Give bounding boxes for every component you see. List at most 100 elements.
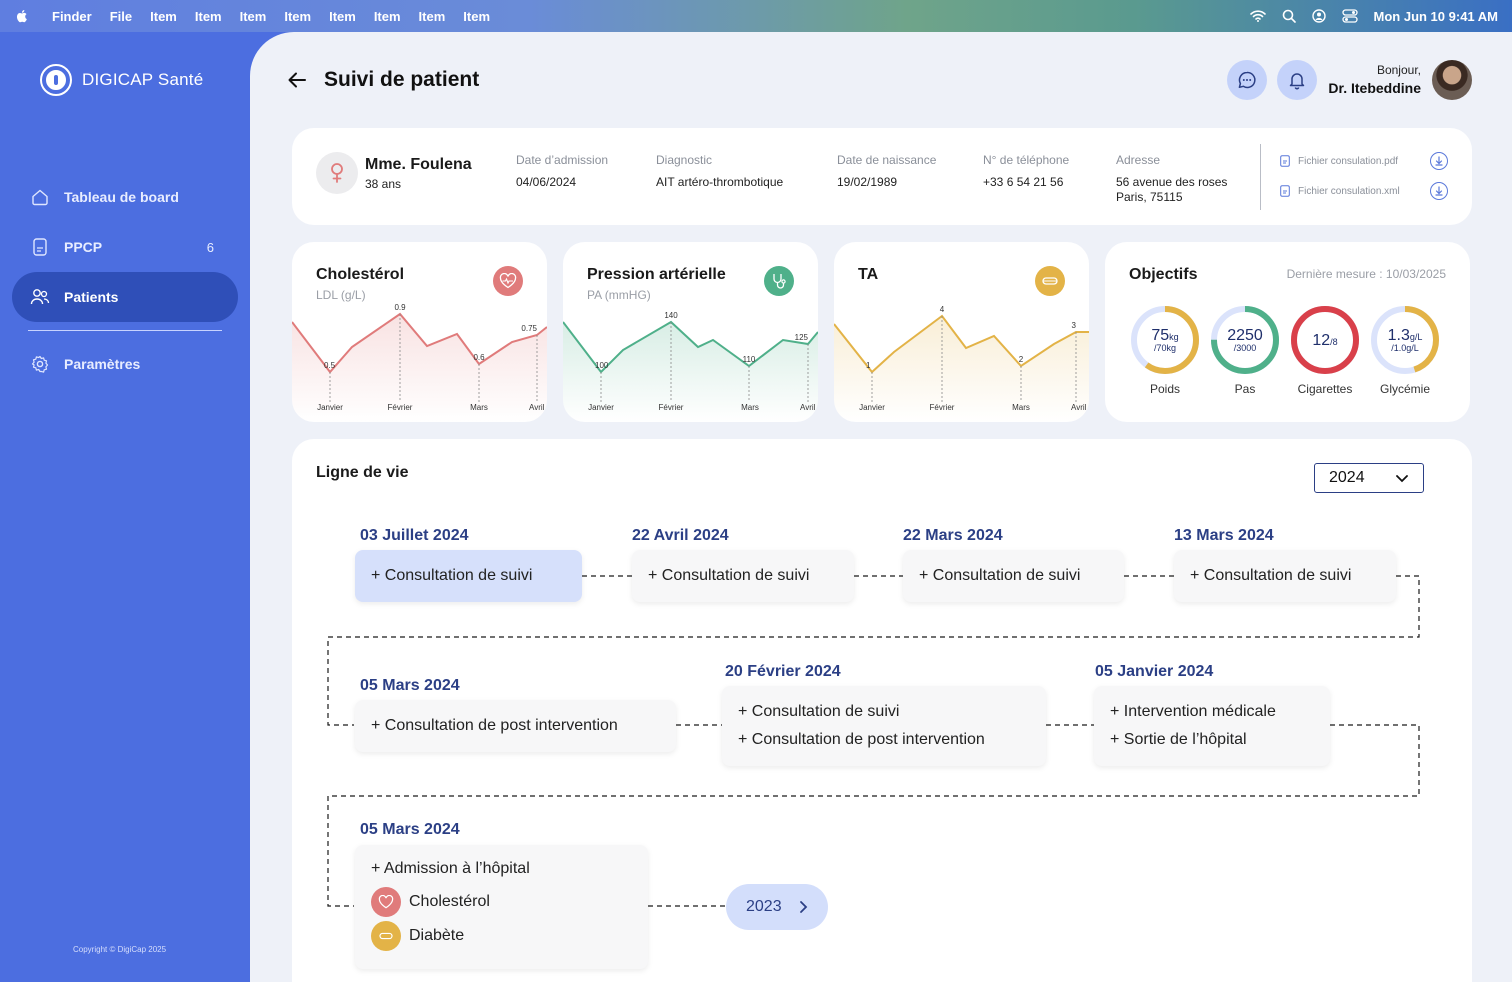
download-icon[interactable] bbox=[1430, 182, 1448, 200]
back-arrow-icon[interactable] bbox=[286, 69, 308, 91]
gauge-unit: /8 bbox=[1330, 337, 1338, 347]
page-header: Suivi de patient bbox=[286, 68, 479, 92]
apple-icon[interactable] bbox=[14, 8, 30, 24]
admission-date: Date d’admission 04/06/2024 bbox=[516, 153, 608, 190]
menu-item[interactable]: Item bbox=[374, 9, 401, 24]
sidebar-item-settings[interactable]: Paramètres bbox=[12, 339, 238, 389]
gauge-label: Glycémie bbox=[1379, 382, 1430, 396]
chart-month-label: Février bbox=[659, 403, 684, 412]
sidebar-item-label: Tableau de board bbox=[64, 189, 179, 205]
menu-clock[interactable]: Mon Jun 10 9:41 AM bbox=[1374, 9, 1498, 24]
event-card[interactable]: + Consultation de suivi bbox=[632, 550, 854, 602]
sidebar-item-dashboard[interactable]: Tableau de board bbox=[12, 172, 238, 222]
gauge-value: 75kg /70kg bbox=[1129, 304, 1201, 376]
gauge-target: /70kg bbox=[1153, 343, 1177, 353]
ppcp-count-badge: 6 bbox=[206, 239, 214, 255]
blood-pressure-card[interactable]: Pression artérielle PA (mmHG) 100 Janvier… bbox=[563, 242, 818, 422]
doctor-name: Dr. Itebeddine bbox=[1328, 80, 1421, 96]
gauge-glycemia[interactable]: 1.3g/L /1.0g/L Glycémie bbox=[1369, 304, 1441, 396]
gauge-value: 1.3g/L /1.0g/L bbox=[1369, 304, 1441, 376]
tag-diabetes: Diabète bbox=[371, 921, 632, 951]
event-card[interactable]: + Admission à l’hôpital Cholestérol Diab… bbox=[355, 845, 648, 969]
chart-value-label: 100 bbox=[595, 361, 609, 370]
chat-icon bbox=[1238, 71, 1256, 89]
menu-item[interactable]: Item bbox=[419, 9, 446, 24]
event-line: + Intervention médicale bbox=[1110, 703, 1276, 720]
file-xml[interactable]: Fichier consulation.xml bbox=[1280, 182, 1448, 200]
settings-icon bbox=[30, 354, 50, 374]
menu-item[interactable]: Item bbox=[195, 9, 222, 24]
download-icon[interactable] bbox=[1430, 152, 1448, 170]
menu-item[interactable]: File bbox=[110, 9, 132, 24]
event-card[interactable]: + Consultation de suivi bbox=[1174, 550, 1396, 602]
phone-number: N° de téléphone +33 6 54 21 56 bbox=[983, 153, 1069, 190]
file-icon bbox=[1280, 155, 1290, 167]
wifi-icon[interactable] bbox=[1249, 10, 1266, 22]
ta-chart: 1 Janvier 4 Février 2 Mars 3 Avril bbox=[834, 305, 1089, 422]
chart-month-label: Mars bbox=[470, 403, 488, 412]
previous-year-button[interactable]: 2023 bbox=[726, 884, 828, 930]
event-card[interactable]: + Consultation de suivi + Consultation d… bbox=[722, 686, 1046, 766]
event-card[interactable]: + Intervention médicale + Sortie de l’hô… bbox=[1094, 686, 1330, 766]
previous-year-label: 2023 bbox=[746, 898, 782, 915]
event-line: + Consultation de suivi bbox=[648, 567, 810, 584]
metric-title: Cholestérol bbox=[316, 266, 405, 283]
file-pdf[interactable]: Fichier consulation.pdf bbox=[1280, 152, 1448, 170]
sidebar-item-ppcp[interactable]: PPCP 6 bbox=[12, 222, 238, 272]
sidebar-divider bbox=[28, 330, 222, 331]
menu-item[interactable]: Item bbox=[463, 9, 490, 24]
tag-label: Cholestérol bbox=[409, 893, 490, 910]
menu-item[interactable]: Item bbox=[284, 9, 311, 24]
messages-button[interactable] bbox=[1227, 60, 1267, 100]
event-line: + Consultation de suivi bbox=[1190, 567, 1352, 584]
chart-value-label: 2 bbox=[1019, 355, 1024, 364]
avatar[interactable] bbox=[1432, 60, 1472, 100]
address-line-1: 56 avenue des roses bbox=[1116, 175, 1228, 189]
user-account-icon[interactable] bbox=[1311, 9, 1326, 23]
menu-item[interactable]: Item bbox=[329, 9, 356, 24]
gauge-steps[interactable]: 2250 /3000 Pas bbox=[1209, 304, 1281, 396]
file-icon bbox=[1280, 185, 1290, 197]
gauge-weight[interactable]: 75kg /70kg Poids bbox=[1129, 304, 1201, 396]
event-date: 22 Mars 2024 bbox=[903, 527, 1003, 544]
control-center-icon[interactable] bbox=[1341, 9, 1358, 23]
chart-value-label: 0.6 bbox=[473, 353, 485, 362]
event-card[interactable]: + Consultation de suivi bbox=[355, 550, 582, 602]
gauge-cigarettes[interactable]: 12/8 Cigarettes bbox=[1289, 304, 1361, 396]
cholesterol-chart: 0.5 Janvier 0.9 Février 0.6 Mars 0.75 Avril bbox=[292, 303, 547, 422]
brand[interactable]: DIGICAP Santé bbox=[40, 64, 203, 96]
patient-info-card: Mme. Foulena 38 ans Date d’admission 04/… bbox=[292, 128, 1472, 225]
search-icon[interactable] bbox=[1282, 9, 1296, 23]
objectives-card: Objectifs Dernière mesure : 10/03/2025 7… bbox=[1105, 242, 1470, 422]
chart-month-label: Mars bbox=[1012, 403, 1030, 412]
menu-item[interactable]: Item bbox=[240, 9, 267, 24]
menu-finder[interactable]: Finder bbox=[52, 9, 92, 24]
greeting-text: Bonjour, bbox=[1376, 63, 1421, 77]
ta-card[interactable]: TA 1 Janvier 4 Février 2 Mars 3 Avril bbox=[834, 242, 1089, 422]
event-line: + Admission à l’hôpital bbox=[371, 860, 530, 877]
sidebar-item-label: Patients bbox=[64, 289, 119, 305]
event-date: 03 Juillet 2024 bbox=[360, 527, 469, 544]
event-line: + Consultation de post intervention bbox=[738, 731, 985, 748]
sidebar-item-label: PPCP bbox=[64, 239, 103, 255]
menu-item[interactable]: Item bbox=[150, 9, 177, 24]
gauge-number: 75 bbox=[1151, 327, 1170, 344]
tag-label: Diabète bbox=[409, 927, 465, 944]
chart-value-label: 140 bbox=[664, 311, 678, 320]
event-card[interactable]: + Consultation de suivi bbox=[903, 550, 1124, 602]
sidebar-item-patients[interactable]: Patients bbox=[12, 272, 238, 322]
gauge-target: /3000 bbox=[1233, 343, 1257, 353]
gauge-label: Pas bbox=[1234, 382, 1256, 396]
field-value: 19/02/1989 bbox=[837, 175, 898, 189]
gauge-number: 1.3 bbox=[1387, 327, 1410, 344]
gauge-number: 2250 bbox=[1227, 327, 1263, 344]
gauge-label: Cigarettes bbox=[1297, 382, 1353, 396]
event-card[interactable]: + Consultation de post intervention bbox=[355, 700, 676, 752]
notifications-button[interactable] bbox=[1277, 60, 1317, 100]
field-value: AIT artéro-thrombotique bbox=[656, 175, 784, 189]
event-date: 05 Janvier 2024 bbox=[1095, 663, 1214, 680]
chart-month-label: Janvier bbox=[588, 403, 614, 412]
cholesterol-card[interactable]: Cholestérol LDL (g/L) 0.5 Janvier 0.9 Févri… bbox=[292, 242, 547, 422]
chart-month-label: Avril bbox=[529, 403, 545, 412]
chart-value-label: 0.75 bbox=[521, 324, 537, 333]
